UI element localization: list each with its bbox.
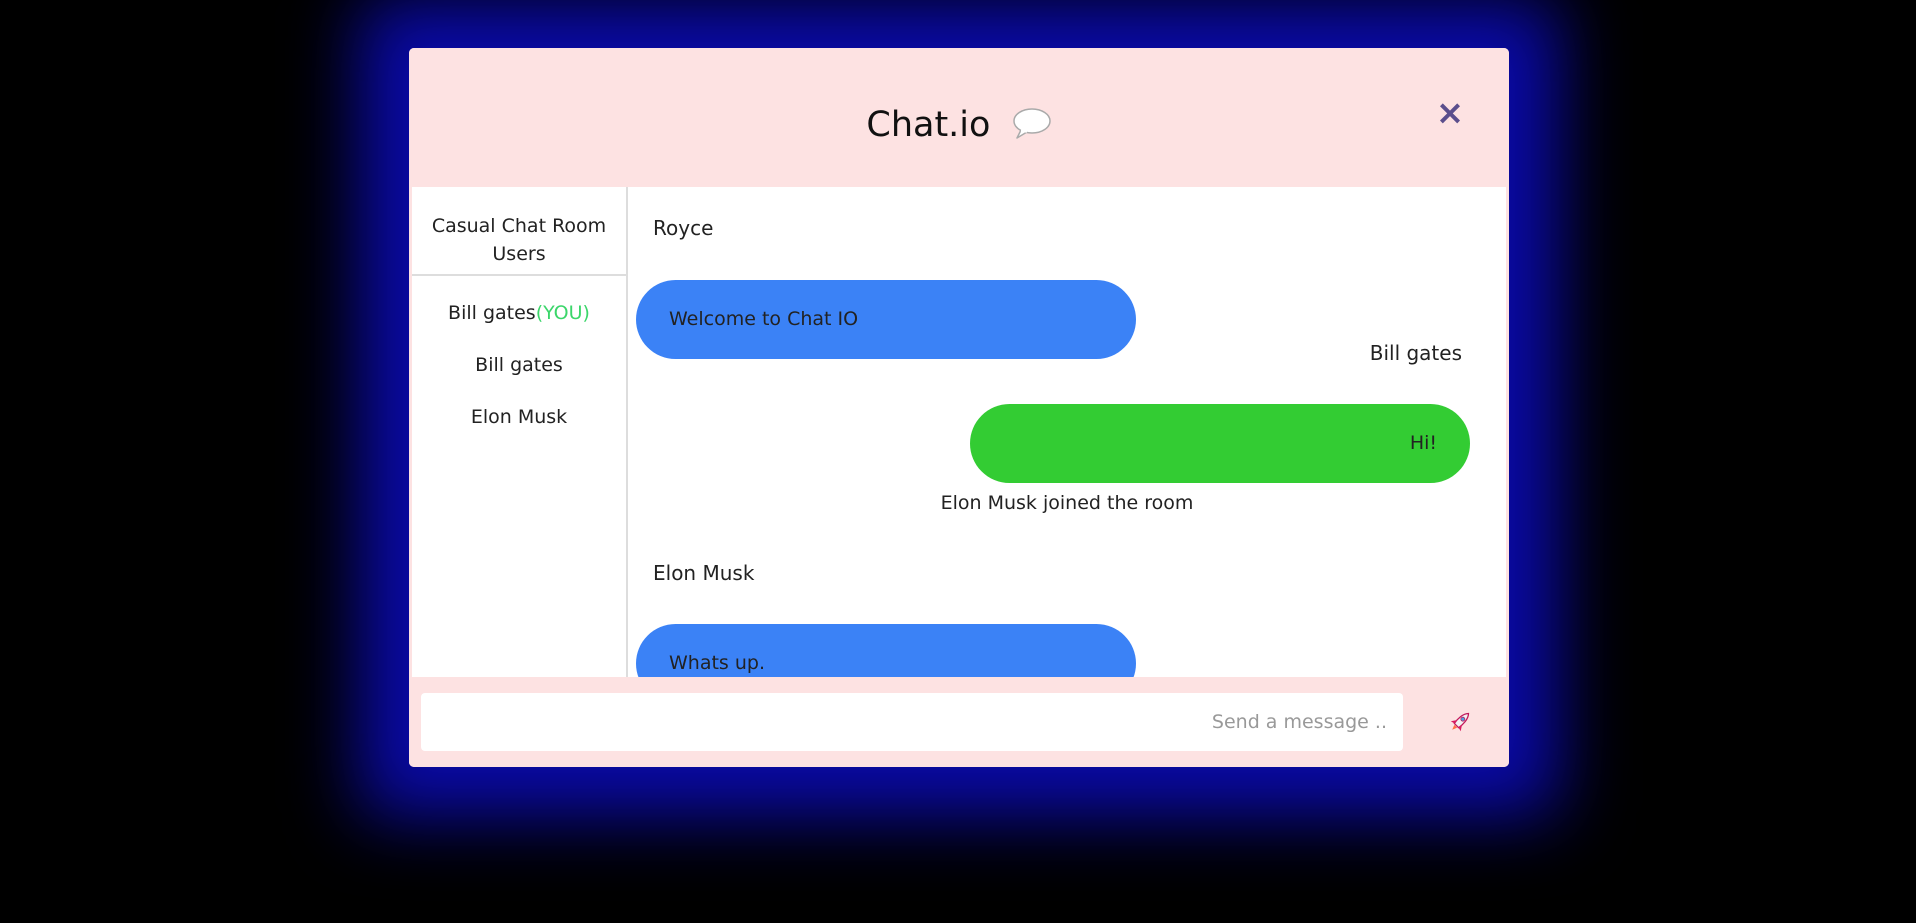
speech-bubble-icon [1012,106,1052,140]
chat-body: Casual Chat Room Users Bill gates(YOU) B… [412,187,1506,703]
chat-window: Chat.io × Casual Chat Room Users Bill ga… [409,48,1509,767]
chat-header: Chat.io × [409,48,1509,187]
user-list: Bill gates(YOU) Bill gates Elon Musk [412,300,626,456]
app-title-row: Chat.io [409,103,1509,147]
user-name: Elon Musk [470,406,568,428]
outgoing-message-bubble: Hi! [970,404,1470,483]
message-text: Welcome to Chat IO [669,308,859,330]
user-item: Bill gates [412,352,626,404]
message-sender: Bill gates [1369,341,1462,365]
message-sender: Elon Musk [653,561,755,585]
page-background: Chat.io × Casual Chat Room Users Bill ga… [0,0,1916,923]
user-item: Elon Musk [412,404,626,456]
close-icon[interactable]: × [1435,96,1465,130]
message-sender: Royce [653,216,714,240]
message-list: Royce Welcome to Chat IO Bill gates Hi! … [628,187,1506,703]
user-name: Bill gates [448,302,536,324]
you-badge: (YOU) [535,302,590,324]
user-item: Bill gates(YOU) [412,300,626,352]
rocket-icon[interactable] [1445,707,1475,737]
incoming-message-bubble: Welcome to Chat IO [636,280,1136,359]
message-text: Whats up. [669,652,766,674]
app-title: Chat.io [866,105,991,145]
message-input[interactable] [421,693,1403,751]
message-text: Hi! [1409,432,1437,454]
users-sidebar: Casual Chat Room Users Bill gates(YOU) B… [412,187,628,677]
composer-bar [409,677,1509,767]
sidebar-title: Casual Chat Room Users [412,187,626,276]
system-message: Elon Musk joined the room [940,492,1194,514]
user-name: Bill gates [475,354,563,376]
